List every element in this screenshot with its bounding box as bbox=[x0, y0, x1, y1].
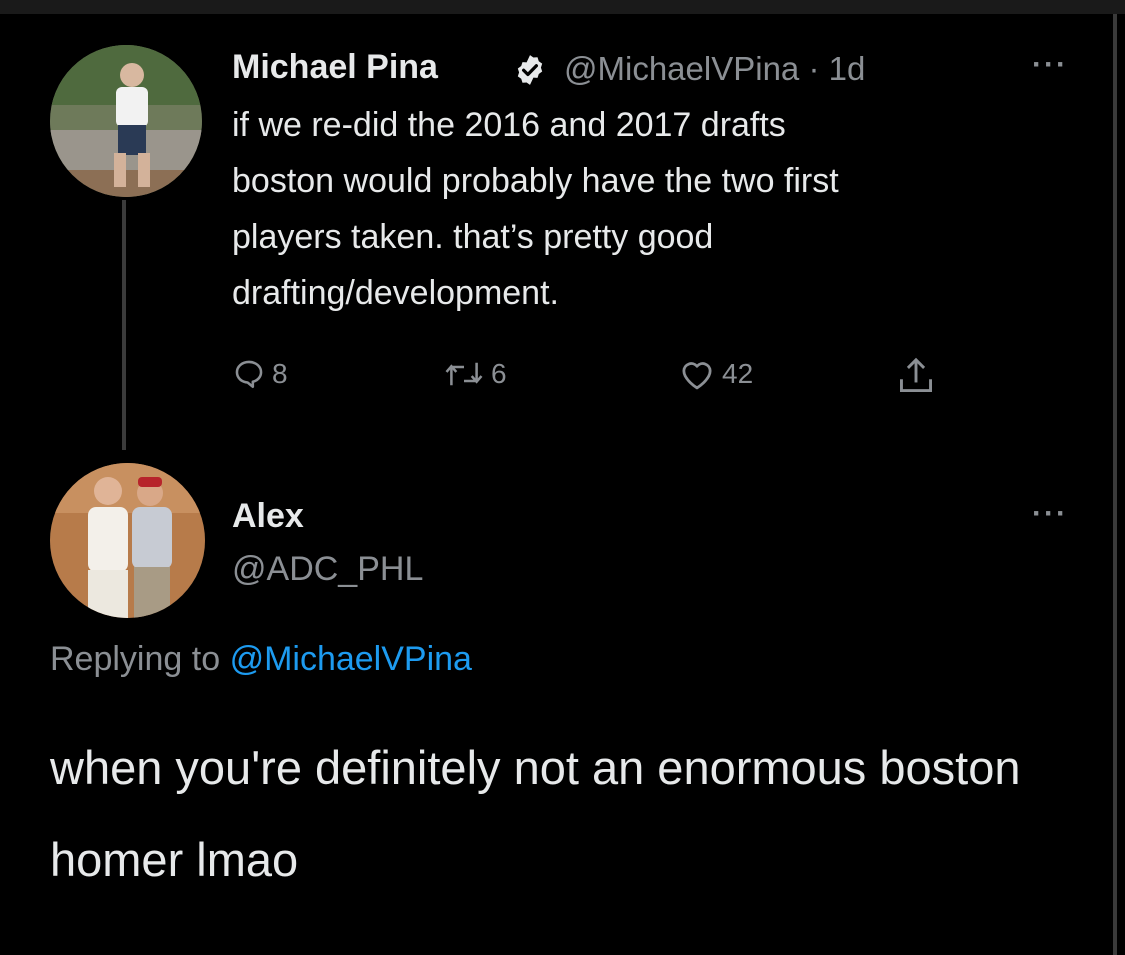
reply-text: when you're definitely not an enormous b… bbox=[50, 741, 1021, 886]
author-handle[interactable]: @MichaelVPina · 1d bbox=[564, 50, 865, 88]
alex-avatar[interactable] bbox=[50, 463, 205, 618]
reply-icon bbox=[235, 360, 263, 389]
replying-to: Replying to @MichaelVPina bbox=[50, 640, 472, 679]
share-button[interactable] bbox=[896, 355, 942, 397]
reply-count: 8 bbox=[272, 358, 288, 389]
heart-icon bbox=[682, 362, 712, 390]
tweet-text-line: boston would probably have the two first bbox=[232, 162, 839, 200]
reply-author-handle[interactable]: @ADC_PHL bbox=[232, 550, 423, 589]
scrollbar[interactable] bbox=[1113, 14, 1117, 955]
verified-badge-icon bbox=[513, 53, 547, 92]
author-name[interactable]: Michael Pina bbox=[232, 48, 438, 87]
tweet-text-line: players taken. that’s pretty good bbox=[232, 218, 714, 256]
more-options-icon[interactable]: ··· bbox=[1032, 497, 1068, 531]
michael-pina-avatar[interactable] bbox=[50, 45, 202, 197]
like-count: 42 bbox=[722, 358, 754, 389]
thread-line bbox=[122, 200, 126, 450]
replying-mention-link[interactable]: @MichaelVPina bbox=[230, 640, 472, 678]
retweet-icon bbox=[445, 362, 483, 386]
top-bar bbox=[0, 0, 1125, 14]
handle-text: @MichaelVPina bbox=[564, 50, 800, 87]
more-options-icon[interactable]: ··· bbox=[1032, 48, 1068, 82]
timestamp[interactable]: 1d bbox=[829, 50, 866, 87]
avatar-photo-icon bbox=[50, 463, 205, 618]
avatar-photo-icon bbox=[50, 45, 202, 197]
separator: · bbox=[808, 50, 820, 87]
like-button[interactable]: 42 bbox=[678, 357, 753, 391]
tweet-text: if we re-did the 2016 and 2017 drafts bo… bbox=[232, 97, 1092, 321]
reply-button[interactable]: 8 bbox=[232, 357, 288, 391]
share-icon bbox=[900, 357, 932, 392]
tweet-text-line: if we re-did the 2016 and 2017 drafts bbox=[232, 106, 786, 144]
retweet-button[interactable]: 6 bbox=[443, 357, 507, 391]
replying-prefix: Replying to bbox=[50, 640, 221, 678]
tweet-text-line: drafting/development. bbox=[232, 274, 559, 312]
retweet-count: 6 bbox=[491, 358, 507, 389]
reply-author-name[interactable]: Alex bbox=[232, 497, 304, 536]
